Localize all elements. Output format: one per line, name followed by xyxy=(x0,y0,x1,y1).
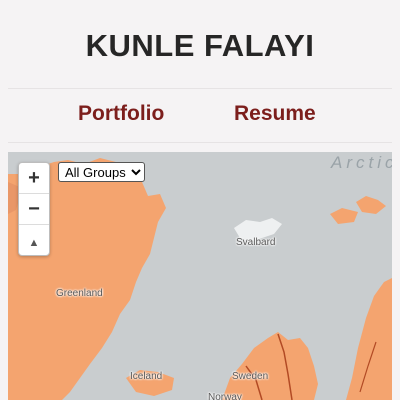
zoom-in-button[interactable]: + xyxy=(19,163,49,194)
group-filter-select[interactable]: All Groups xyxy=(58,162,145,182)
sweden-label: Sweden xyxy=(232,371,269,382)
nav-divider xyxy=(8,142,392,143)
site-title: KUNLE FALAYI xyxy=(85,28,315,63)
svalbard-label: Svalbard xyxy=(236,237,276,248)
greenland-label: Greenland xyxy=(56,288,103,299)
iceland-label: Iceland xyxy=(130,371,163,382)
norway-label: Norway xyxy=(208,392,242,400)
map-basemap[interactable] xyxy=(8,152,392,400)
map-zoom-controls: + − ▲ xyxy=(18,162,50,256)
reset-bearing-button[interactable]: ▲ xyxy=(19,225,49,255)
nav-link-portfolio[interactable]: Portfolio xyxy=(78,102,164,126)
header-divider xyxy=(8,88,392,89)
zoom-out-button[interactable]: − xyxy=(19,194,49,225)
arctic-ocean-label: Arctic xyxy=(331,153,392,172)
map-container[interactable]: Arctic Svalbard Greenland Iceland Sweden… xyxy=(8,152,392,400)
nav-link-resume[interactable]: Resume xyxy=(234,102,316,126)
compass-icon: ▲ xyxy=(28,237,40,249)
